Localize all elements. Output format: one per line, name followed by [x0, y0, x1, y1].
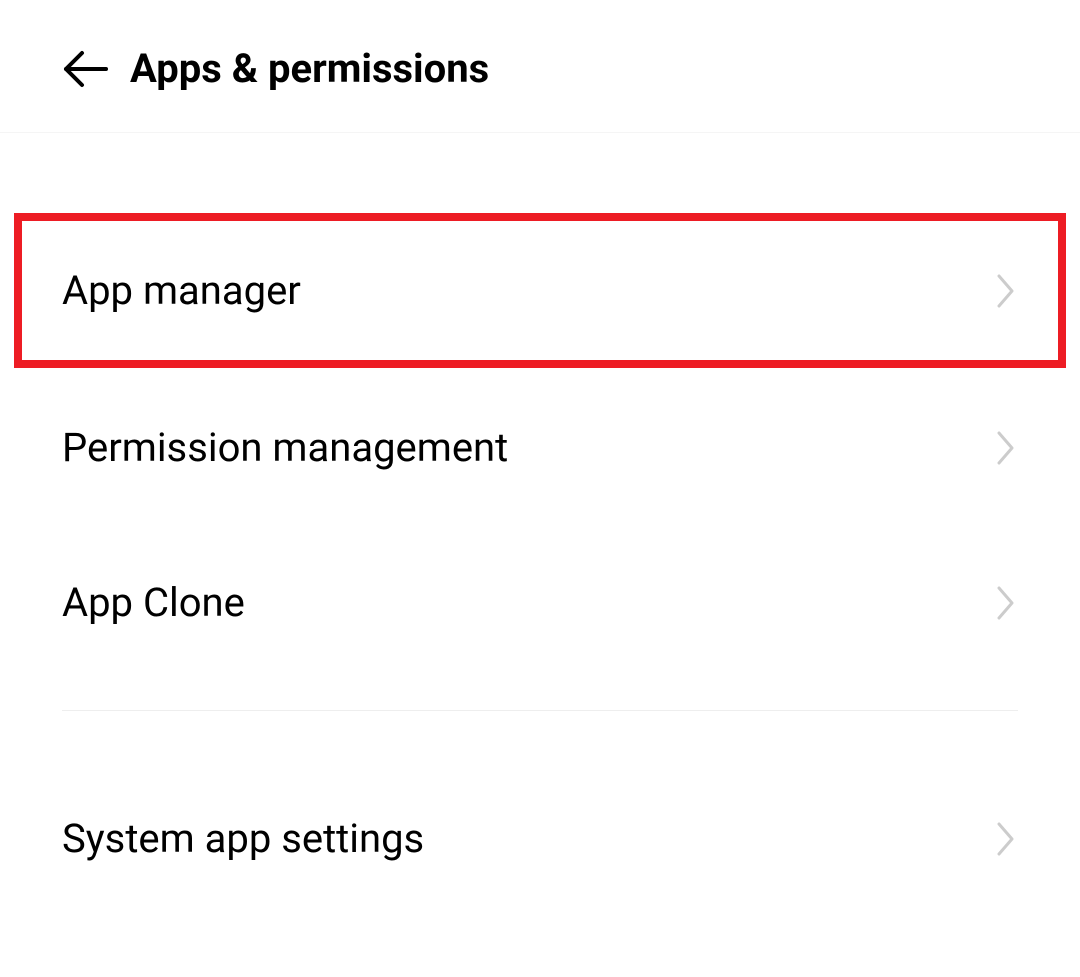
divider — [62, 710, 1018, 711]
arrow-left-icon — [62, 50, 108, 88]
list-item-label: System app settings — [62, 815, 424, 862]
page-title: Apps & permissions — [130, 45, 489, 92]
list-item-system-app-settings[interactable]: System app settings — [0, 761, 1080, 916]
chevron-right-icon — [994, 428, 1018, 468]
list-item-app-manager[interactable]: App manager — [14, 213, 1066, 368]
list-item-app-clone[interactable]: App Clone — [0, 525, 1080, 680]
settings-list: App manager Permission management App Cl… — [0, 133, 1080, 916]
list-item-label: App Clone — [62, 579, 245, 626]
list-item-permission-management[interactable]: Permission management — [0, 370, 1080, 525]
back-button[interactable] — [62, 46, 108, 92]
chevron-right-icon — [994, 583, 1018, 623]
list-item-label: Permission management — [62, 424, 508, 471]
chevron-right-icon — [994, 271, 1018, 311]
header: Apps & permissions — [0, 0, 1080, 133]
chevron-right-icon — [994, 819, 1018, 859]
list-item-label: App manager — [62, 267, 301, 314]
